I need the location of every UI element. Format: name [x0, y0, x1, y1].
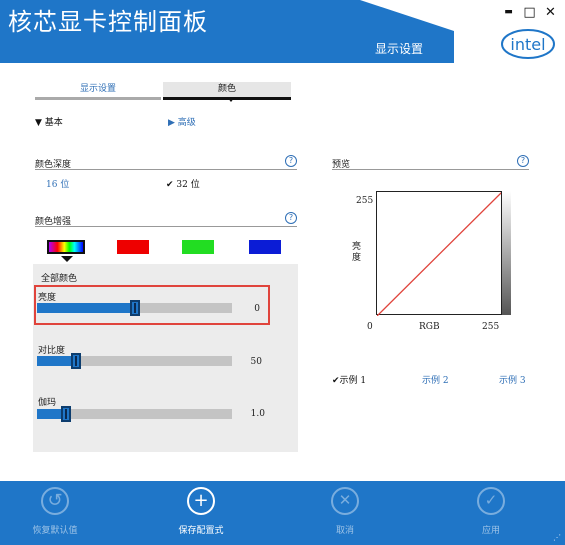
svg-text:intel: intel: [510, 35, 545, 54]
apply-button[interactable]: ✓ 应用: [446, 481, 536, 545]
save-profile-button[interactable]: + 保存配置式: [156, 481, 246, 545]
gamma-value: 1.0: [250, 409, 265, 419]
advanced-mode-link[interactable]: ▶ 高级: [168, 115, 196, 128]
title-bar: 核芯显卡控制面板 显示设置 ▬ □ ✕ intel: [0, 0, 565, 63]
swatch-selected-pointer: [61, 256, 73, 262]
section-title: 显示设置: [375, 42, 424, 56]
restore-defaults-label: 恢复默认值: [32, 526, 78, 536]
contrast-thumb[interactable]: [71, 353, 81, 369]
gamma-label: 伽玛: [38, 398, 57, 408]
depth-16-option[interactable]: 16 位: [46, 177, 69, 190]
brightness-slider[interactable]: [37, 300, 232, 316]
y-axis-label: 亮度: [352, 242, 362, 263]
brightness-thumb[interactable]: [130, 300, 140, 316]
divider: [35, 169, 297, 170]
y-axis-max: 255: [356, 196, 374, 206]
preview-graph: [376, 191, 511, 317]
close-window-button[interactable]: ✕: [544, 5, 557, 20]
contrast-slider[interactable]: [37, 353, 232, 369]
tab-display-settings[interactable]: 显示设置: [35, 82, 161, 100]
brightness-label: 亮度: [38, 293, 57, 303]
question-icon[interactable]: ?: [285, 155, 297, 167]
gamma-thumb[interactable]: [61, 406, 71, 422]
all-colors-label: 全部颜色: [41, 274, 78, 284]
intel-logo: intel: [501, 29, 555, 59]
close-icon: ✕: [331, 487, 359, 515]
contrast-value: 50: [250, 357, 262, 367]
brightness-fill: [37, 303, 135, 313]
minimize-button[interactable]: ▬: [502, 5, 515, 20]
divider: [332, 169, 529, 170]
example-1-option[interactable]: ✔示例 1: [332, 373, 366, 386]
maximize-button[interactable]: □: [523, 5, 536, 20]
apply-label: 应用: [481, 526, 500, 536]
question-icon[interactable]: ?: [285, 212, 297, 224]
tab-active-caret: [227, 97, 235, 102]
depth-32-option[interactable]: ✔ 32 位: [166, 177, 200, 190]
cancel-button[interactable]: ✕ 取消: [300, 481, 390, 545]
question-icon[interactable]: ?: [517, 155, 529, 167]
brightness-value: 0: [254, 304, 260, 314]
x-axis-label: RGB: [419, 322, 440, 332]
all-colors-swatch[interactable]: [47, 240, 85, 254]
example-2-option[interactable]: 示例 2: [422, 373, 449, 386]
save-profile-label: 保存配置式: [178, 526, 224, 536]
blue-swatch[interactable]: [249, 240, 281, 254]
red-swatch[interactable]: [117, 240, 149, 254]
gamma-curve: [376, 191, 503, 317]
gradient-bar: [501, 191, 511, 315]
divider: [35, 226, 297, 227]
green-swatch[interactable]: [182, 240, 214, 254]
plus-icon: +: [187, 487, 215, 515]
check-icon: ✓: [477, 487, 505, 515]
x-axis-max: 255: [482, 322, 500, 332]
cancel-label: 取消: [335, 526, 354, 536]
restore-defaults-button[interactable]: ↺ 恢复默认值: [10, 481, 100, 545]
example-3-option[interactable]: 示例 3: [499, 373, 526, 386]
contrast-label: 对比度: [38, 346, 66, 356]
basic-mode-link[interactable]: ▼ 基本: [35, 115, 63, 128]
resize-grip-icon[interactable]: ⋰: [553, 533, 561, 542]
gamma-slider[interactable]: [37, 406, 232, 422]
window-controls: ▬ □ ✕: [502, 5, 557, 20]
x-axis-min: 0: [367, 322, 373, 332]
app-title: 核芯显卡控制面板: [8, 8, 208, 36]
action-bar: ↺ 恢复默认值 + 保存配置式 ✕ 取消 ✓ 应用: [0, 481, 565, 545]
settings-tabs: 显示设置 颜色: [35, 82, 291, 104]
undo-icon: ↺: [41, 487, 69, 515]
